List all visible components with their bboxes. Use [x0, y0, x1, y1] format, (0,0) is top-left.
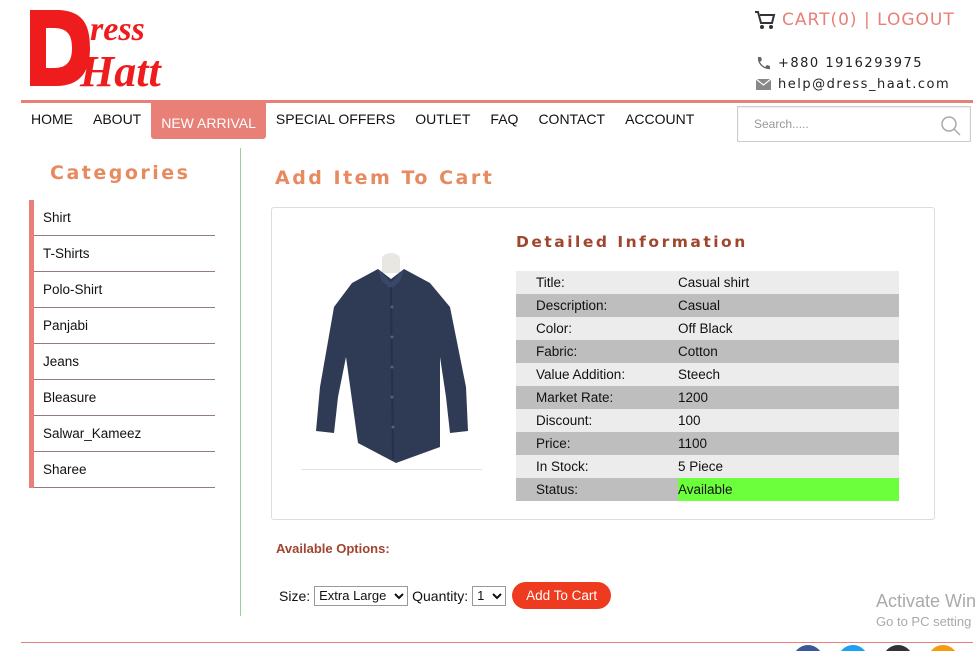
email-line: help@dress_haat.com — [755, 77, 950, 92]
category-jeans[interactable]: Jeans — [34, 344, 215, 380]
quantity-select[interactable]: 1 — [472, 585, 507, 606]
details-table: Title: Casual shirt Description: Casual Co… — [516, 271, 899, 501]
table-row: Color: Off Black — [516, 317, 899, 340]
phone-icon — [757, 57, 770, 70]
github-icon[interactable] — [883, 645, 913, 651]
page-title: Add Item To Cart — [275, 167, 495, 189]
size-select[interactable]: Extra Large — [314, 585, 409, 606]
envelope-icon — [755, 78, 772, 90]
table-row: Discount: 100 — [516, 409, 899, 432]
quantity-label: Quantity: — [412, 587, 469, 604]
options-row: Size: Extra Large Quantity: 1 Add To Car… — [279, 582, 612, 609]
table-row: Fabric: Cotton — [516, 340, 899, 363]
detail-value: 100 — [678, 413, 701, 428]
logo[interactable]: ress Hatt — [26, 6, 228, 90]
category-panjabi[interactable]: Panjabi — [34, 308, 215, 344]
detail-value: 1200 — [678, 390, 709, 405]
detail-value: Casual — [678, 298, 721, 313]
status-badge: Available — [678, 478, 899, 501]
detail-key: In Stock: — [536, 459, 589, 474]
search-input[interactable] — [738, 107, 928, 141]
nav-special-offers[interactable]: SPECIAL OFFERS — [266, 103, 405, 139]
detail-value: Off Black — [678, 321, 733, 336]
page: { "header": { "logo_text": "Dress Haat",… — [0, 0, 980, 651]
phone-number: +880 1916293975 — [778, 56, 924, 71]
nav-new-arrival[interactable]: NEW ARRIVAL — [151, 103, 266, 139]
table-row: Description: Casual — [516, 294, 899, 317]
svg-text:ress: ress — [90, 11, 145, 48]
detail-title: Detailed Information — [516, 233, 748, 251]
windows-activation-watermark: Activate Win Go to PC setting — [876, 591, 976, 629]
nav-outlet[interactable]: OUTLET — [405, 103, 480, 139]
detail-value: 5 Piece — [678, 459, 724, 474]
category-shirt[interactable]: Shirt — [34, 200, 215, 236]
detail-value: Cotton — [678, 344, 718, 359]
rss-icon[interactable] — [928, 645, 958, 651]
table-row: Status: Available — [516, 478, 899, 501]
options-title: Available Options: — [276, 541, 390, 556]
facebook-icon[interactable] — [793, 645, 823, 651]
twitter-icon[interactable] — [838, 645, 868, 651]
email-address: help@dress_haat.com — [778, 77, 951, 92]
category-sharee[interactable]: Sharee — [34, 452, 215, 488]
nav-home[interactable]: HOME — [21, 103, 83, 139]
sidebar-divider — [240, 148, 241, 616]
table-row: In Stock: 5 Piece — [516, 455, 899, 478]
size-label: Size: — [279, 587, 311, 604]
nav-account[interactable]: ACCOUNT — [615, 103, 704, 139]
detail-value: Steech — [678, 367, 721, 382]
cart-logout[interactable]: CART(0) | LOGOUT — [754, 10, 955, 30]
detail-key: Description: — [536, 298, 608, 313]
detail-value: 1100 — [678, 436, 708, 451]
category-salwar-kameez[interactable]: Salwar_Kameez — [34, 416, 215, 452]
main-nav: HOME ABOUT NEW ARRIVAL SPECIAL OFFERS OU… — [21, 103, 704, 139]
detail-key: Fabric: — [536, 344, 578, 359]
table-row: Market Rate: 1200 — [516, 386, 899, 409]
product-image[interactable] — [300, 247, 482, 469]
nav-about[interactable]: ABOUT — [83, 103, 151, 139]
detail-value: Casual shirt — [678, 275, 750, 290]
add-to-cart-button[interactable]: Add To Cart — [512, 582, 612, 609]
category-list: Shirt T-Shirts Polo-Shirt Panjabi Jeans … — [29, 200, 215, 488]
detail-key: Price: — [536, 436, 571, 451]
detail-key: Status: — [536, 482, 579, 497]
image-divider — [301, 469, 482, 470]
category-t-shirts[interactable]: T-Shirts — [34, 236, 215, 272]
detail-key: Title: — [536, 275, 565, 290]
detail-key: Market Rate: — [536, 390, 614, 405]
category-polo-shirt[interactable]: Polo-Shirt — [34, 272, 215, 308]
phone-line: +880 1916293975 — [755, 56, 923, 71]
cart-logout-label[interactable]: CART(0) | LOGOUT — [782, 10, 955, 30]
nav-faq[interactable]: FAQ — [480, 103, 528, 139]
table-row: Title: Casual shirt — [516, 271, 899, 294]
watermark-line-2: Go to PC setting — [876, 614, 972, 629]
search-icon[interactable] — [940, 115, 962, 137]
table-row: Value Addition: Steech — [516, 363, 899, 386]
footer-divider — [21, 642, 973, 643]
svg-text:Hatt: Hatt — [79, 47, 162, 90]
table-row: Price: 1100 — [516, 432, 899, 455]
cart-icon — [755, 11, 776, 29]
detail-key: Color: — [536, 321, 573, 336]
category-bleasure[interactable]: Bleasure — [34, 380, 215, 416]
nav-contact[interactable]: CONTACT — [528, 103, 615, 139]
search-box — [737, 106, 971, 142]
categories-title: Categories — [50, 162, 191, 184]
detail-key: Value Addition: — [536, 367, 626, 382]
watermark-line-1: Activate Win — [876, 591, 977, 611]
detail-key: Discount: — [536, 413, 593, 428]
